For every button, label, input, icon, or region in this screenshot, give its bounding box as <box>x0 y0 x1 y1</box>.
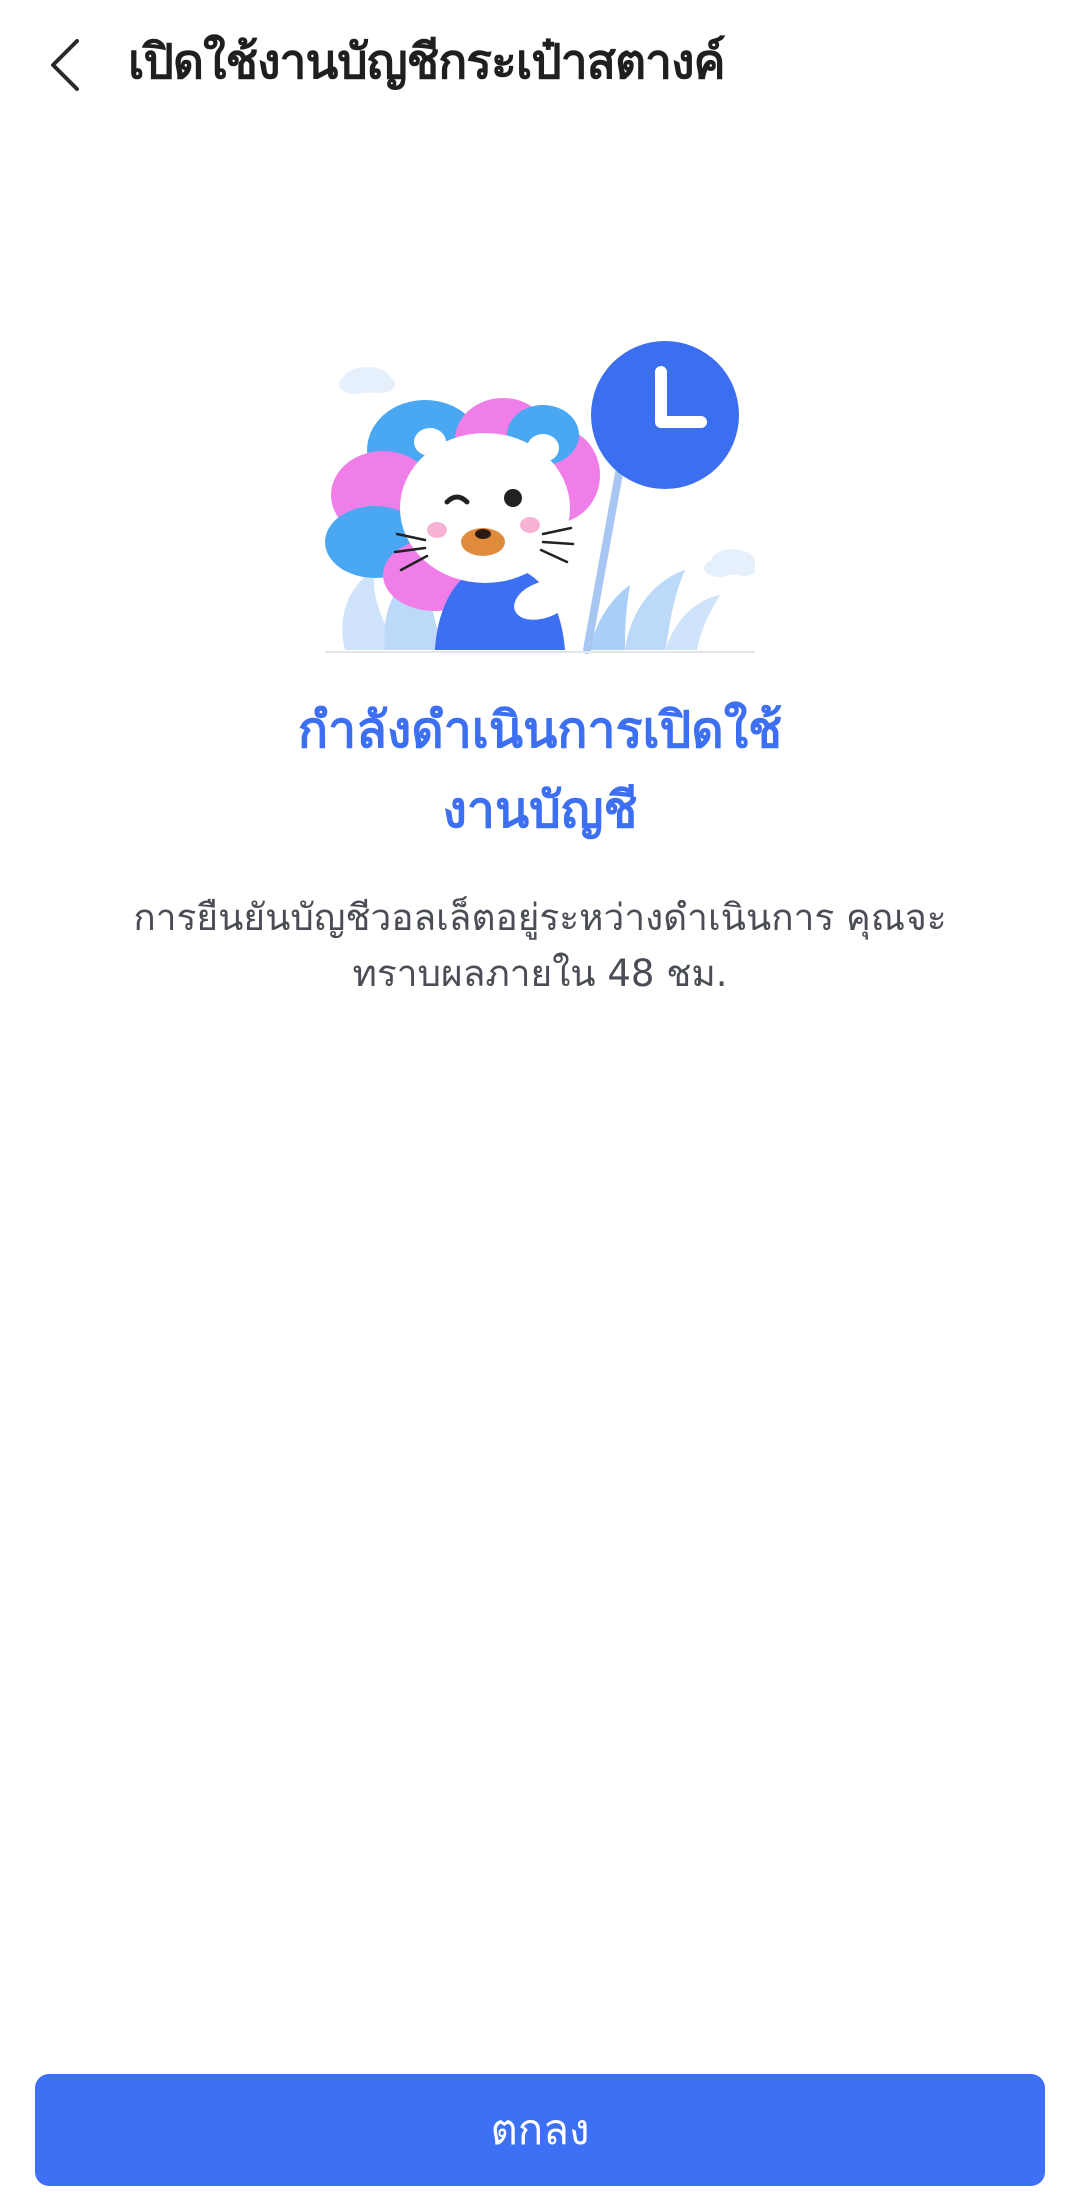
page-title: เปิดใช้งานบัญชีกระเป๋าสตางค์ <box>128 34 726 90</box>
status-title-line-1: กำลังดำเนินการเปิดใช้ <box>297 701 783 759</box>
cloud-icon <box>704 549 755 577</box>
cloud-icon <box>339 367 395 394</box>
status-description: การยืนยันบัญชีวอลเล็ตอยู่ระหว่างดำเนินกา… <box>80 890 1000 1002</box>
chevron-left-icon <box>51 39 79 91</box>
status-description-line-1: การยืนยันบัญชีวอลเล็ตอยู่ระหว่างดำเนินกา… <box>133 896 947 939</box>
status-title: กำลังดำเนินการเปิดใช้ งานบัญชี <box>140 690 940 850</box>
status-title-line-2: งานบัญชี <box>442 781 638 839</box>
ok-button[interactable]: ตกลง <box>35 2074 1045 2186</box>
back-button[interactable] <box>30 24 100 106</box>
status-description-line-2: ทราบผลภายใน 48 ชม. <box>352 952 728 995</box>
cat-mascot-clock-illustration <box>325 341 755 654</box>
top-bar: เปิดใช้งานบัญชีกระเป๋าสตางค์ <box>0 0 1080 130</box>
clock-icon <box>591 341 739 489</box>
wallet-activation-page: เปิดใช้งานบัญชีกระเป๋าสตางค์ กำลังดำเนิน… <box>0 0 1080 2209</box>
